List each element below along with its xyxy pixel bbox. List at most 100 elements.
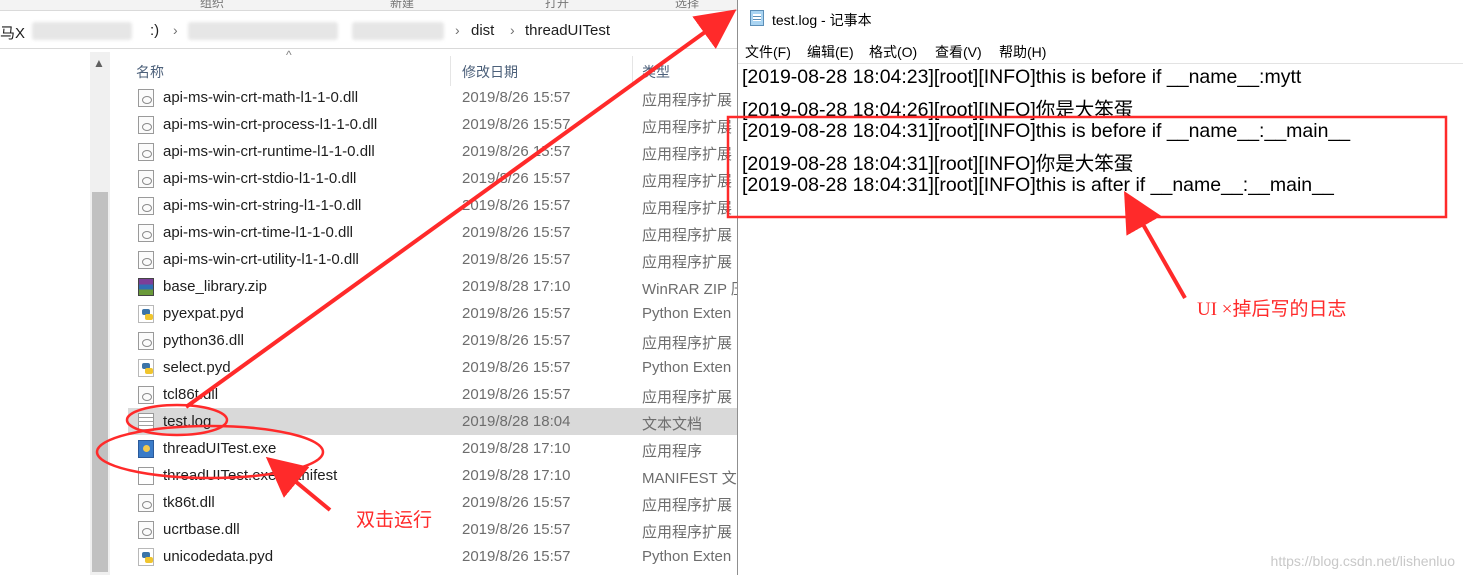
file-name: select.pyd <box>163 359 231 376</box>
file-date: 2019/8/28 17:10 <box>462 467 571 484</box>
file-type: 应用程序扩展 <box>642 497 733 514</box>
ribbon-item[interactable]: 打开 <box>545 0 569 11</box>
breadcrumb-current-folder[interactable]: threadUITest <box>525 22 610 39</box>
dll-file-icon <box>138 521 154 539</box>
file-row[interactable]: unicodedata.pyd 2019/8/26 15:57 Python Ext… <box>128 543 738 570</box>
menu-help[interactable]: 帮助(H) <box>999 42 1046 62</box>
menu-edit[interactable]: 编辑(E) <box>807 42 854 62</box>
log-line: [2019-08-28 18:04:31][root][INFO]this is… <box>742 174 1334 196</box>
man-file-icon <box>138 467 154 485</box>
column-divider[interactable] <box>450 56 451 86</box>
breadcrumb-item[interactable]: :) <box>150 22 159 39</box>
file-row[interactable]: python36.dll 2019/8/26 15:57 应用程序扩展 <box>128 327 738 354</box>
file-type: WinRAR ZIP 压 <box>642 281 738 298</box>
scroll-up-arrow-icon[interactable]: ▲ <box>93 56 105 70</box>
ribbon-item[interactable]: 选择 <box>675 0 699 11</box>
dll-file-icon <box>138 170 154 188</box>
annotation-double-click: 双击运行 <box>356 510 433 531</box>
file-date: 2019/8/26 15:57 <box>462 386 571 403</box>
file-type: 应用程序扩展 <box>642 389 733 406</box>
py-file-icon <box>138 548 154 566</box>
breadcrumb-item[interactable]: 马X <box>0 22 25 43</box>
vertical-scrollbar[interactable]: ▲ <box>90 52 110 575</box>
file-date: 2019/8/28 17:10 <box>462 278 571 295</box>
file-date: 2019/8/26 15:57 <box>462 89 571 106</box>
file-name: api-ms-win-crt-math-l1-1-0.dll <box>163 89 359 106</box>
dll-file-icon <box>138 224 154 242</box>
menu-file[interactable]: 文件(F) <box>745 42 791 62</box>
file-date: 2019/8/28 17:10 <box>462 440 571 457</box>
file-name: api-ms-win-crt-utility-l1-1-0.dll <box>163 251 359 268</box>
file-date: 2019/8/26 15:57 <box>462 332 571 349</box>
ribbon-item[interactable]: 组织 <box>200 0 224 11</box>
file-type: 应用程序扩展 <box>642 227 733 244</box>
file-date: 2019/8/26 15:57 <box>462 359 571 376</box>
breadcrumb-dist[interactable]: dist <box>471 22 494 39</box>
file-row[interactable]: tk86t.dll 2019/8/26 15:57 应用程序扩展 <box>128 489 738 516</box>
ribbon-item[interactable]: 新建 <box>390 0 414 11</box>
file-type: 应用程序扩展 <box>642 92 733 109</box>
menu-format[interactable]: 格式(O) <box>869 42 917 62</box>
file-type: 应用程序扩展 <box>642 173 733 190</box>
menu-bar: 文件(F) 编辑(E) 格式(O) 查看(V) 帮助(H) <box>738 38 1463 62</box>
csdn-watermark: https://blog.csdn.net/lishenluo <box>1270 553 1455 569</box>
ribbon-strip: 组织 新建 打开 选择 <box>0 0 738 11</box>
file-name: base_library.zip <box>163 278 267 295</box>
column-header-type[interactable]: 类型 <box>642 62 670 82</box>
scrollbar-thumb[interactable] <box>92 192 108 572</box>
file-row[interactable]: api-ms-win-crt-stdio-l1-1-0.dll 2019/8/26… <box>128 165 738 192</box>
file-name: python36.dll <box>163 332 244 349</box>
py-file-icon <box>138 359 154 377</box>
file-date: 2019/8/26 15:57 <box>462 197 571 214</box>
file-row[interactable]: pyexpat.pyd 2019/8/26 15:57 Python Exten <box>128 300 738 327</box>
file-row[interactable]: api-ms-win-crt-string-l1-1-0.dll 2019/8/2… <box>128 192 738 219</box>
file-type: Python Exten <box>642 359 732 376</box>
file-row[interactable]: api-ms-win-crt-runtime-l1-1-0.dll 2019/8/… <box>128 138 738 165</box>
file-row[interactable]: ucrtbase.dll 2019/8/26 15:57 应用程序扩展 <box>128 516 738 543</box>
file-name: tcl86t.dll <box>163 386 219 403</box>
column-header-name[interactable]: 名称 <box>136 62 164 82</box>
annotation-ui-closed: UI ×掉后写的日志 <box>1197 299 1347 320</box>
file-date: 2019/8/26 15:57 <box>462 251 571 268</box>
file-name: unicodedata.pyd <box>163 548 274 565</box>
file-date: 2019/8/26 15:57 <box>462 305 571 322</box>
text-editor-area[interactable]: [2019-08-28 18:04:23][root][INFO]this is… <box>738 63 1463 576</box>
file-row[interactable]: threadUITest.exe 2019/8/28 17:10 应用程序 <box>128 435 738 462</box>
menu-view[interactable]: 查看(V) <box>935 42 982 62</box>
navigation-pane[interactable] <box>0 52 90 575</box>
column-divider[interactable] <box>632 56 633 86</box>
file-type: 文本文档 <box>642 416 703 433</box>
column-header-date[interactable]: 修改日期 <box>462 62 518 82</box>
file-row[interactable]: select.pyd 2019/8/26 15:57 Python Exten <box>128 354 738 381</box>
file-date: 2019/8/26 15:57 <box>462 548 571 565</box>
file-type: 应用程序扩展 <box>642 119 733 136</box>
log-file-icon <box>138 413 154 431</box>
file-row[interactable]: threadUITest.exe.manifest 2019/8/28 17:10… <box>128 462 738 489</box>
file-name: threadUITest.exe <box>163 440 277 457</box>
dll-file-icon <box>138 251 154 269</box>
file-row[interactable]: base_library.zip 2019/8/28 17:10 WinRAR ZI… <box>128 273 738 300</box>
exe-file-icon <box>138 440 154 458</box>
file-type: 应用程序扩展 <box>642 524 733 541</box>
address-bar[interactable]: 马X :) › › dist › threadUITest <box>0 14 738 49</box>
file-row[interactable]: api-ms-win-crt-process-l1-1-0.dll 2019/8/… <box>128 111 738 138</box>
file-row[interactable]: api-ms-win-crt-utility-l1-1-0.dll 2019/8/… <box>128 246 738 273</box>
file-row[interactable]: test.log 2019/8/28 18:04 文本文档 <box>128 408 738 435</box>
log-line: [2019-08-28 18:04:26][root][INFO]你是大笨蛋 <box>742 99 1134 121</box>
file-date: 2019/8/26 15:57 <box>462 521 571 538</box>
file-row[interactable]: api-ms-win-crt-math-l1-1-0.dll 2019/8/26 … <box>128 84 738 111</box>
file-date: 2019/8/28 18:04 <box>462 413 571 430</box>
file-date: 2019/8/26 15:57 <box>462 170 571 187</box>
file-name: threadUITest.exe.manifest <box>163 467 338 484</box>
zip-file-icon <box>138 278 154 296</box>
file-type: 应用程序扩展 <box>642 200 733 217</box>
file-date: 2019/8/26 15:57 <box>462 143 571 160</box>
file-date: 2019/8/26 15:57 <box>462 116 571 133</box>
file-name: api-ms-win-crt-process-l1-1-0.dll <box>163 116 378 133</box>
file-date: 2019/8/26 15:57 <box>462 224 571 241</box>
column-header-row: 名称 修改日期 类型 <box>110 56 738 86</box>
file-row[interactable]: api-ms-win-crt-time-l1-1-0.dll 2019/8/26 … <box>128 219 738 246</box>
file-row[interactable]: tcl86t.dll 2019/8/26 15:57 应用程序扩展 <box>128 381 738 408</box>
chevron-right-icon: › <box>173 22 178 38</box>
notepad-titlebar[interactable]: test.log - 记事本 <box>738 0 1463 36</box>
